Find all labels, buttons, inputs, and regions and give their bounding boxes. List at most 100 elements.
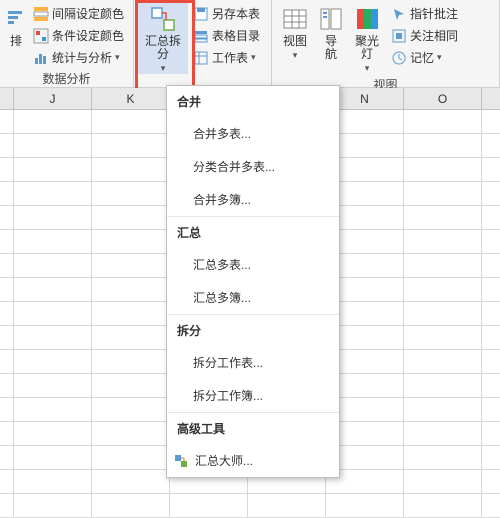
grid-cell[interactable] — [0, 254, 14, 277]
grid-cell[interactable] — [404, 230, 482, 253]
table-directory-button[interactable]: 表格目录 — [190, 25, 263, 46]
grid-cell[interactable] — [0, 278, 14, 301]
grid-row[interactable] — [0, 494, 500, 518]
grid-cell[interactable] — [92, 494, 170, 517]
grid-cell[interactable] — [14, 374, 92, 397]
col-header[interactable]: J — [14, 88, 92, 109]
grid-cell[interactable] — [14, 134, 92, 157]
grid-cell[interactable] — [14, 230, 92, 253]
grid-cell[interactable] — [14, 422, 92, 445]
grid-cell[interactable] — [0, 422, 14, 445]
grid-cell[interactable] — [404, 302, 482, 325]
col-header[interactable]: O — [404, 88, 482, 109]
grid-cell[interactable] — [14, 206, 92, 229]
grid-cell[interactable] — [92, 230, 170, 253]
dropdown-summary-tables[interactable]: 汇总多表... — [167, 248, 339, 281]
grid-cell[interactable] — [404, 326, 482, 349]
grid-cell[interactable] — [404, 182, 482, 205]
grid-cell[interactable] — [404, 158, 482, 181]
grid-cell[interactable] — [14, 302, 92, 325]
dropdown-split-workbook[interactable]: 拆分工作簿... — [167, 379, 339, 412]
grid-cell[interactable] — [0, 494, 14, 517]
col-header[interactable] — [0, 88, 14, 109]
grid-cell[interactable] — [92, 134, 170, 157]
grid-cell[interactable] — [14, 278, 92, 301]
dropdown-merge-tables[interactable]: 合并多表... — [167, 117, 339, 150]
grid-cell[interactable] — [0, 302, 14, 325]
dropdown-section-summary: 汇总 — [167, 217, 339, 248]
grid-cell[interactable] — [92, 398, 170, 421]
grid-cell[interactable] — [14, 254, 92, 277]
save-as-button[interactable]: 另存本表 — [190, 3, 263, 24]
nav-button[interactable]: 导 航 — [316, 3, 346, 74]
summary-split-button[interactable]: 汇总拆 分 ▾ — [138, 3, 188, 74]
interval-color-button[interactable]: 间隔设定颜色 — [30, 3, 127, 24]
stats-button[interactable]: 统计与分析 ▾ — [30, 47, 127, 68]
dropdown-category-merge[interactable]: 分类合并多表... — [167, 150, 339, 183]
grid-cell[interactable] — [92, 158, 170, 181]
grid-cell[interactable] — [14, 326, 92, 349]
dropdown-summary-workbooks[interactable]: 汇总多簿... — [167, 281, 339, 314]
grid-cell[interactable] — [14, 398, 92, 421]
grid-cell[interactable] — [0, 374, 14, 397]
grid-cell[interactable] — [92, 374, 170, 397]
grid-cell[interactable] — [404, 374, 482, 397]
grid-cell[interactable] — [92, 206, 170, 229]
grid-cell[interactable] — [0, 446, 14, 469]
grid-cell[interactable] — [248, 494, 326, 517]
dropdown-summary-master[interactable]: 汇总大师... — [167, 444, 339, 477]
grid-cell[interactable] — [92, 110, 170, 133]
grid-cell[interactable] — [92, 278, 170, 301]
grid-cell[interactable] — [14, 446, 92, 469]
grid-cell[interactable] — [326, 494, 404, 517]
grid-cell[interactable] — [404, 470, 482, 493]
grid-cell[interactable] — [92, 302, 170, 325]
grid-cell[interactable] — [404, 494, 482, 517]
grid-cell[interactable] — [0, 326, 14, 349]
grid-cell[interactable] — [14, 494, 92, 517]
grid-cell[interactable] — [404, 134, 482, 157]
grid-cell[interactable] — [14, 182, 92, 205]
grid-cell[interactable] — [0, 398, 14, 421]
grid-cell[interactable] — [404, 398, 482, 421]
grid-cell[interactable] — [14, 110, 92, 133]
grid-cell[interactable] — [404, 206, 482, 229]
grid-cell[interactable] — [92, 470, 170, 493]
grid-cell[interactable] — [92, 182, 170, 205]
grid-cell[interactable] — [14, 470, 92, 493]
grid-cell[interactable] — [0, 158, 14, 181]
grid-cell[interactable] — [0, 206, 14, 229]
focus-same-button[interactable]: 关注相同 — [388, 25, 461, 46]
grid-cell[interactable] — [0, 182, 14, 205]
grid-cell[interactable] — [0, 350, 14, 373]
grid-cell[interactable] — [0, 230, 14, 253]
focus-light-button[interactable]: 聚光 灯 ▾ — [348, 3, 386, 74]
grid-cell[interactable] — [92, 254, 170, 277]
memory-button[interactable]: 记忆 ▾ — [388, 47, 461, 68]
grid-cell[interactable] — [92, 326, 170, 349]
conditional-color-button[interactable]: 条件设定颜色 — [30, 25, 127, 46]
grid-cell[interactable] — [92, 422, 170, 445]
grid-cell[interactable] — [404, 422, 482, 445]
grid-cell[interactable] — [14, 350, 92, 373]
view-button[interactable]: 视图 ▾ — [276, 3, 314, 74]
grid-cell[interactable] — [0, 134, 14, 157]
dropdown-merge-workbooks[interactable]: 合并多簿... — [167, 183, 339, 216]
pointer-comment-button[interactable]: 指针批注 — [388, 3, 461, 24]
worksheet-button[interactable]: 工作表 ▾ — [190, 47, 263, 68]
grid-cell[interactable] — [92, 350, 170, 373]
sort-button[interactable]: 排 — [4, 3, 28, 68]
grid-cell[interactable] — [404, 350, 482, 373]
grid-cell[interactable] — [404, 254, 482, 277]
grid-cell[interactable] — [170, 494, 248, 517]
grid-cell[interactable] — [0, 110, 14, 133]
grid-cell[interactable] — [14, 158, 92, 181]
grid-cell[interactable] — [404, 110, 482, 133]
save-as-icon — [193, 6, 209, 22]
grid-cell[interactable] — [404, 446, 482, 469]
grid-cell[interactable] — [92, 446, 170, 469]
col-header[interactable]: K — [92, 88, 170, 109]
dropdown-split-sheet[interactable]: 拆分工作表... — [167, 346, 339, 379]
grid-cell[interactable] — [404, 278, 482, 301]
grid-cell[interactable] — [0, 470, 14, 493]
